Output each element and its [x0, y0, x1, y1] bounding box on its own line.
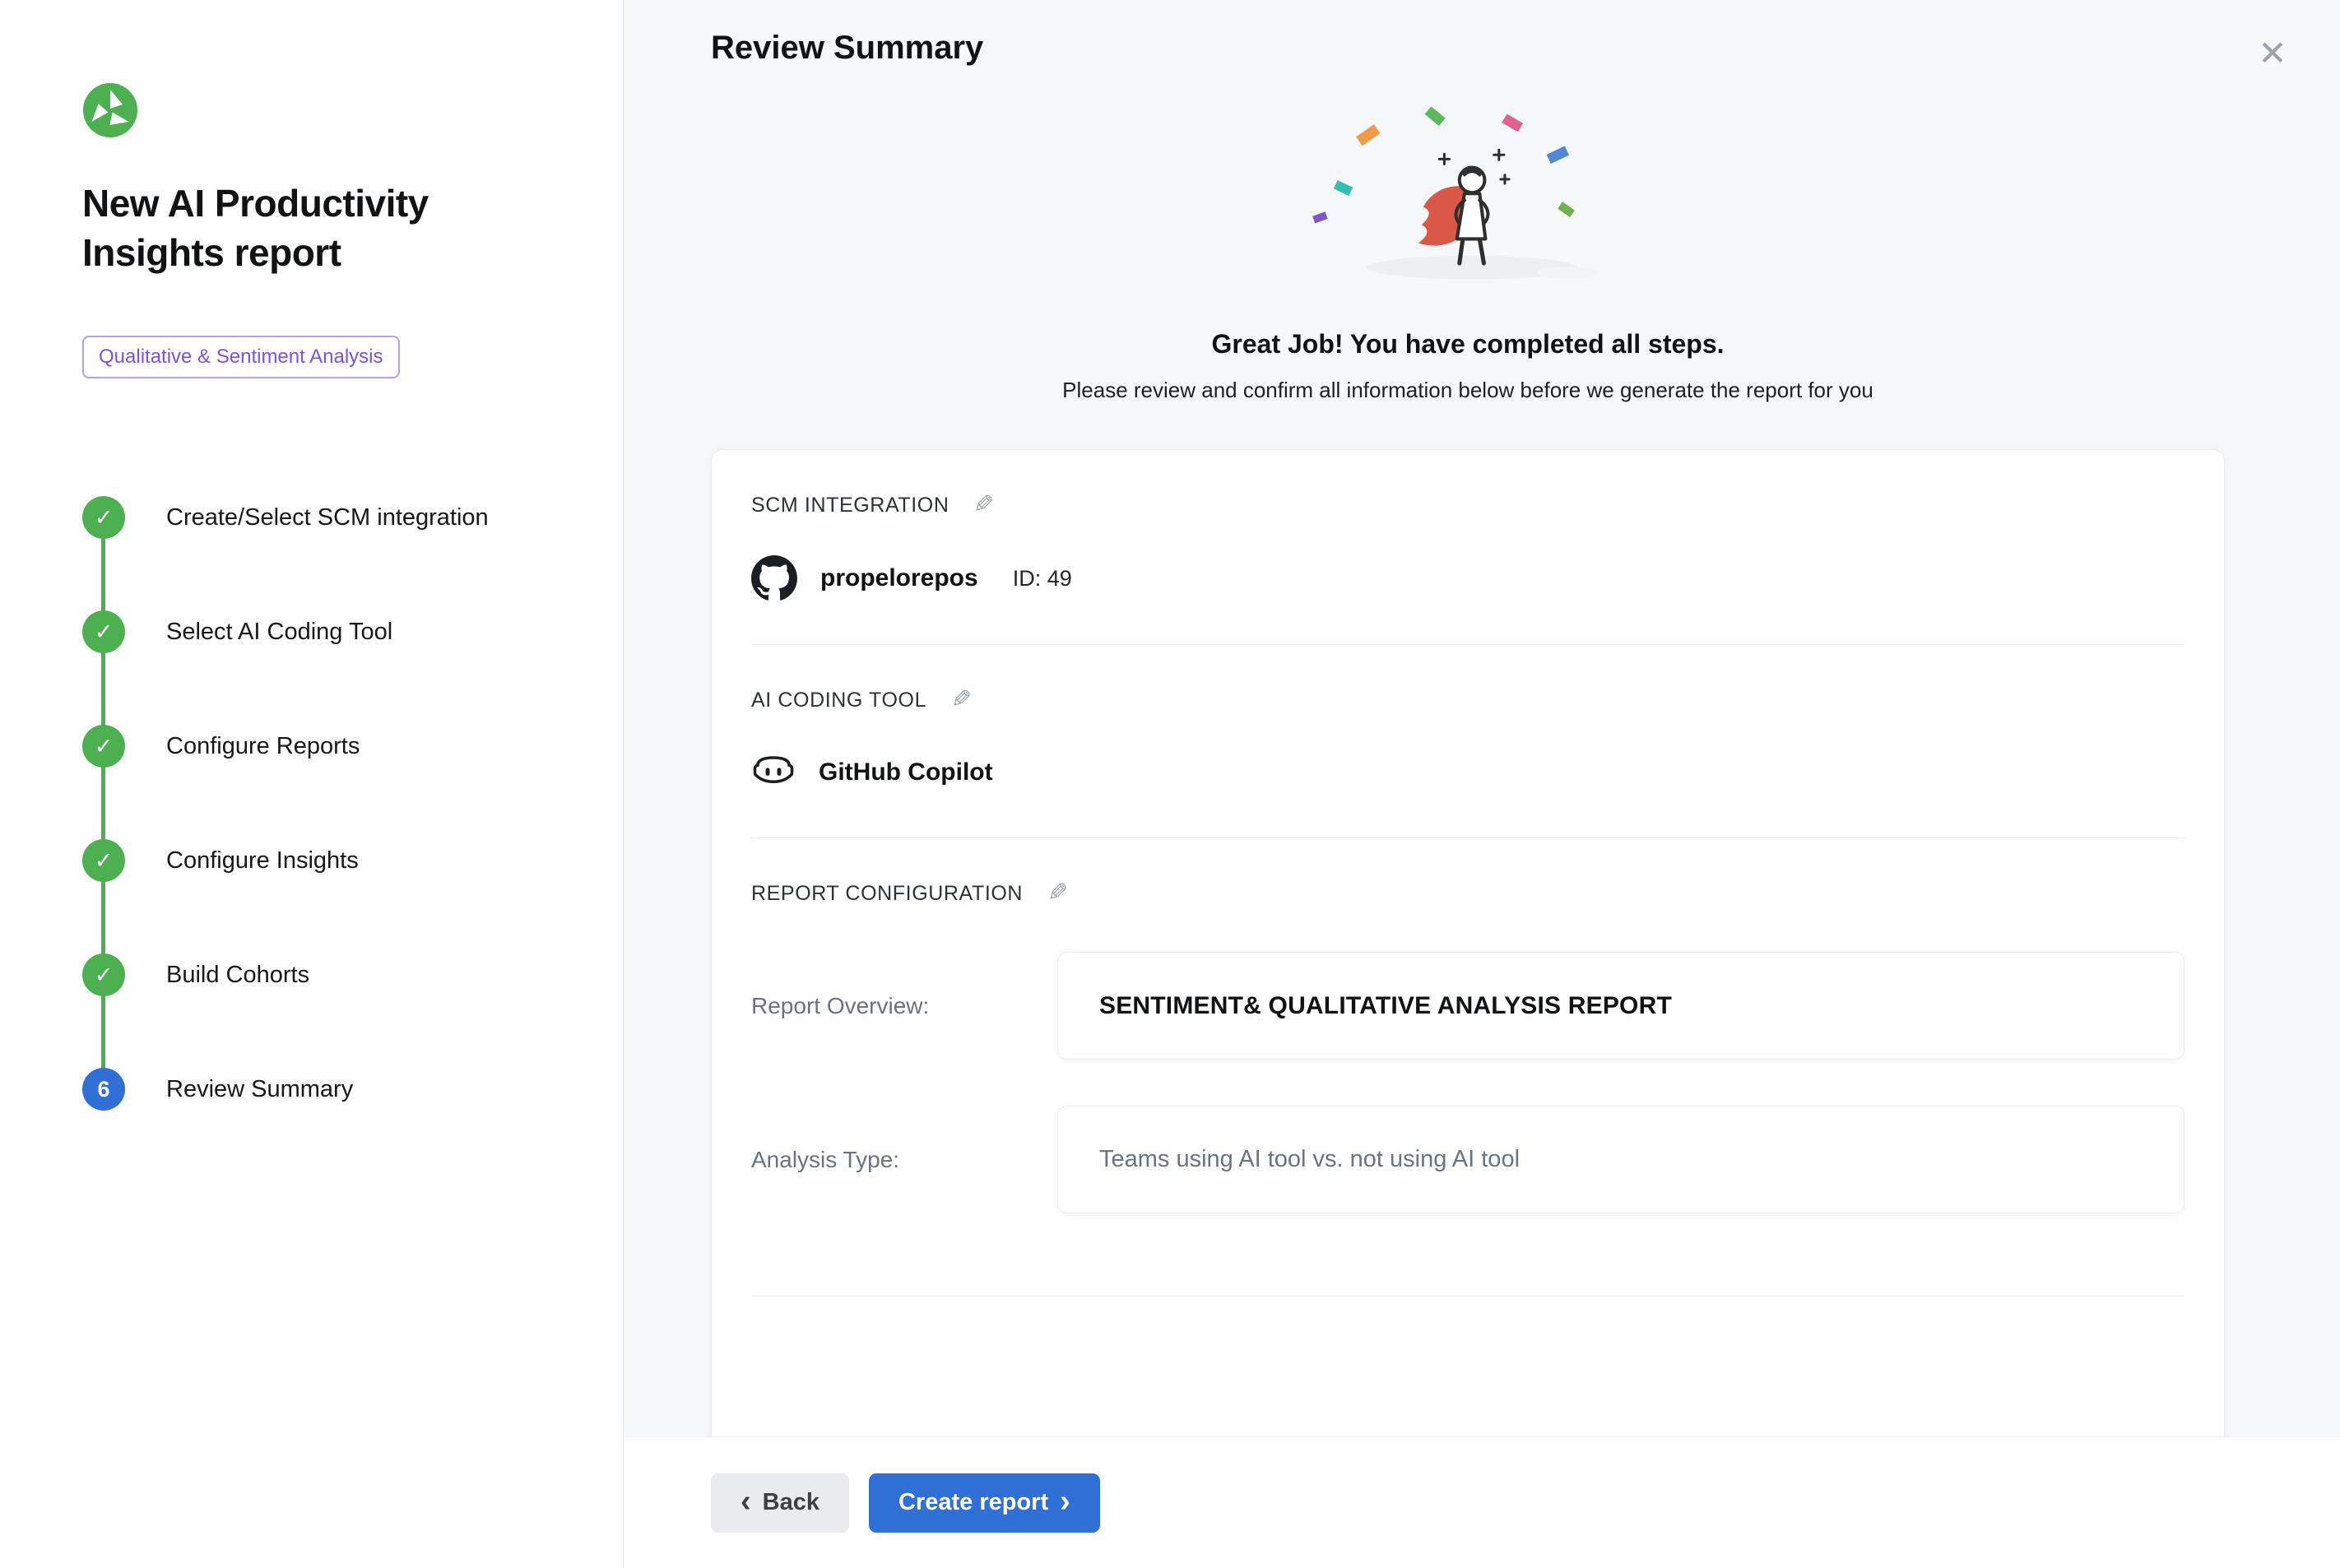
- step-configure-reports[interactable]: ✓ Configure Reports: [82, 689, 565, 804]
- step-label: Create/Select SCM integration: [166, 504, 489, 531]
- analysis-type-text: Teams using AI tool vs. not using AI too…: [1099, 1146, 1520, 1173]
- review-summary-content: Review Summary ✕: [624, 0, 2340, 1436]
- analysis-type-value: Teams using AI tool vs. not using AI too…: [1057, 1106, 2184, 1213]
- step-review-summary[interactable]: 6 Review Summary: [82, 1032, 565, 1147]
- step-create-select-scm[interactable]: ✓ Create/Select SCM integration: [82, 461, 565, 575]
- step-build-cohorts[interactable]: ✓ Build Cohorts: [82, 918, 565, 1032]
- report-overview-text: SENTIMENT& QUALITATIVE ANALYSIS REPORT: [1099, 992, 1672, 1020]
- step-label: Select AI Coding Tool: [166, 619, 392, 646]
- copilot-icon: [751, 750, 796, 795]
- step-number: 6: [82, 1068, 125, 1111]
- check-icon: ✓: [82, 725, 125, 768]
- scm-integration-id: ID: 49: [1013, 566, 1072, 591]
- ai-tool-section-label: AI CODING TOOL: [751, 689, 926, 712]
- github-icon: [751, 555, 797, 601]
- wizard-title: New AI Productivity Insights report: [82, 179, 565, 278]
- analysis-type-label: Analysis Type:: [751, 1147, 1057, 1173]
- edit-ai-tool-button[interactable]: ✎: [951, 688, 972, 712]
- congrats-subheading: Please review and confirm all informatio…: [711, 378, 2225, 403]
- back-button[interactable]: ‹ Back: [711, 1473, 849, 1533]
- chevron-left-icon: ‹: [741, 1486, 751, 1517]
- report-overview-value: SENTIMENT& QUALITATIVE ANALYSIS REPORT: [1057, 952, 2184, 1060]
- report-config-section-label: REPORT CONFIGURATION: [751, 882, 1023, 906]
- check-icon: ✓: [82, 610, 125, 653]
- check-icon: ✓: [82, 496, 125, 539]
- check-icon: ✓: [82, 839, 125, 882]
- divider: [751, 1296, 2184, 1297]
- scm-section-label: SCM INTEGRATION: [751, 494, 949, 517]
- edit-icon: ✎: [973, 491, 994, 518]
- edit-icon: ✎: [951, 686, 972, 713]
- divider: [751, 837, 2184, 838]
- create-report-button[interactable]: Create report ›: [869, 1473, 1100, 1533]
- step-label: Configure Reports: [166, 733, 360, 760]
- analysis-type-badge: Qualitative & Sentiment Analysis: [82, 336, 400, 378]
- scm-integration-name: propelorepos: [820, 564, 978, 592]
- wizard-stepper: ✓ Create/Select SCM integration ✓ Select…: [82, 461, 565, 1147]
- edit-report-config-button[interactable]: ✎: [1047, 881, 1068, 906]
- back-button-label: Back: [763, 1489, 819, 1516]
- edit-icon: ✎: [1047, 879, 1068, 907]
- app-window: New AI Productivity Insights report Qual…: [0, 0, 2340, 1568]
- step-configure-insights[interactable]: ✓ Configure Insights: [82, 804, 565, 918]
- summary-card: SCM INTEGRATION ✎ propelorepos ID: 49 AI…: [711, 449, 2225, 1436]
- chevron-right-icon: ›: [1060, 1486, 1070, 1517]
- close-button[interactable]: ✕: [2248, 28, 2297, 77]
- report-overview-label: Report Overview:: [751, 993, 1057, 1019]
- close-icon: ✕: [2258, 34, 2287, 72]
- celebration-illustration: [1291, 106, 1645, 299]
- edit-scm-button[interactable]: ✎: [973, 493, 994, 517]
- page-title: Review Summary: [711, 30, 2225, 67]
- review-summary-panel: Review Summary ✕: [624, 0, 2340, 1568]
- wizard-sidebar: New AI Productivity Insights report Qual…: [0, 0, 624, 1568]
- ai-tool-name: GitHub Copilot: [819, 758, 993, 786]
- check-icon: ✓: [82, 953, 125, 996]
- step-label: Configure Insights: [166, 847, 359, 874]
- step-label: Review Summary: [166, 1076, 353, 1103]
- step-select-ai-coding-tool[interactable]: ✓ Select AI Coding Tool: [82, 575, 565, 689]
- wizard-footer: ‹ Back Create report ›: [624, 1436, 2340, 1568]
- create-report-label: Create report: [898, 1489, 1048, 1516]
- divider: [751, 644, 2184, 645]
- congrats-heading: Great Job! You have completed all steps.: [711, 329, 2225, 360]
- step-label: Build Cohorts: [166, 962, 309, 989]
- propelo-logo: [82, 82, 138, 138]
